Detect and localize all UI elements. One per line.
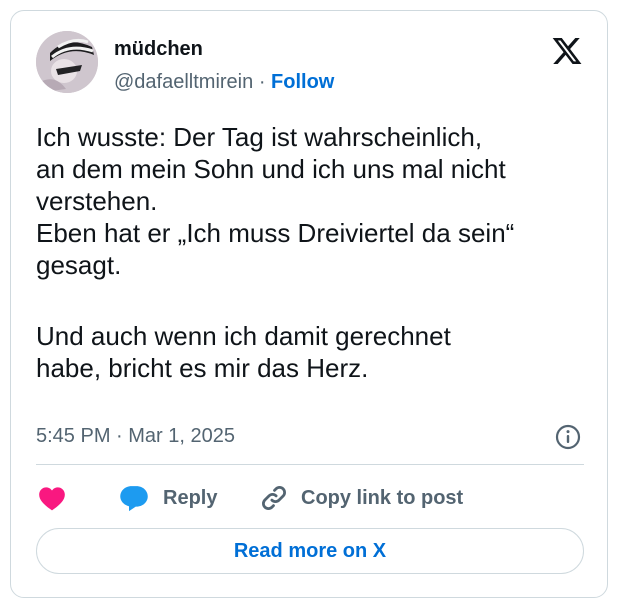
link-icon: [262, 486, 286, 510]
speech-bubble-icon: [120, 486, 148, 512]
avatar-image: [36, 31, 98, 93]
heart-icon: [39, 487, 65, 511]
reply-button[interactable]: Reply: [119, 483, 217, 513]
read-more-button[interactable]: Read more on X: [36, 528, 584, 574]
author-handle[interactable]: @dafaelltmirein: [114, 71, 253, 93]
copy-link-button[interactable]: Copy link to post: [259, 483, 463, 513]
post-text-line: Eben hat er „Ich muss Dreiviertel da sei…: [36, 218, 515, 248]
avatar[interactable]: [36, 31, 98, 93]
post-text-line: gesagt.: [36, 250, 122, 280]
post-timestamp[interactable]: 5:45 PM · Mar 1, 2025: [36, 423, 235, 449]
like-button[interactable]: [38, 483, 66, 513]
divider: [36, 464, 584, 465]
post-text-line: Ich wusste: Der Tag ist wahrscheinlich,: [36, 122, 483, 152]
post-text-line: an dem mein Sohn und ich uns mal nicht: [36, 154, 506, 184]
handle-separator: ·: [258, 71, 266, 93]
post-text: Ich wusste: Der Tag ist wahrscheinlich, …: [36, 121, 596, 384]
author-handle-row: @dafaelltmirein · Follow: [114, 69, 334, 95]
x-logo-icon[interactable]: [551, 35, 583, 67]
post-text-line: habe, bricht es mir das Herz.: [36, 353, 369, 383]
copy-link-label: Copy link to post: [301, 486, 464, 509]
author-display-name[interactable]: müdchen: [114, 36, 203, 62]
post-text-line: Und auch wenn ich damit gerechnet: [36, 321, 451, 351]
embedded-post-card: müdchen @dafaelltmirein · Follow Ich wus…: [10, 10, 608, 598]
follow-link[interactable]: Follow: [271, 71, 334, 93]
info-icon[interactable]: [555, 424, 581, 450]
reply-label: Reply: [163, 486, 218, 509]
post-text-line: verstehen.: [36, 186, 158, 216]
